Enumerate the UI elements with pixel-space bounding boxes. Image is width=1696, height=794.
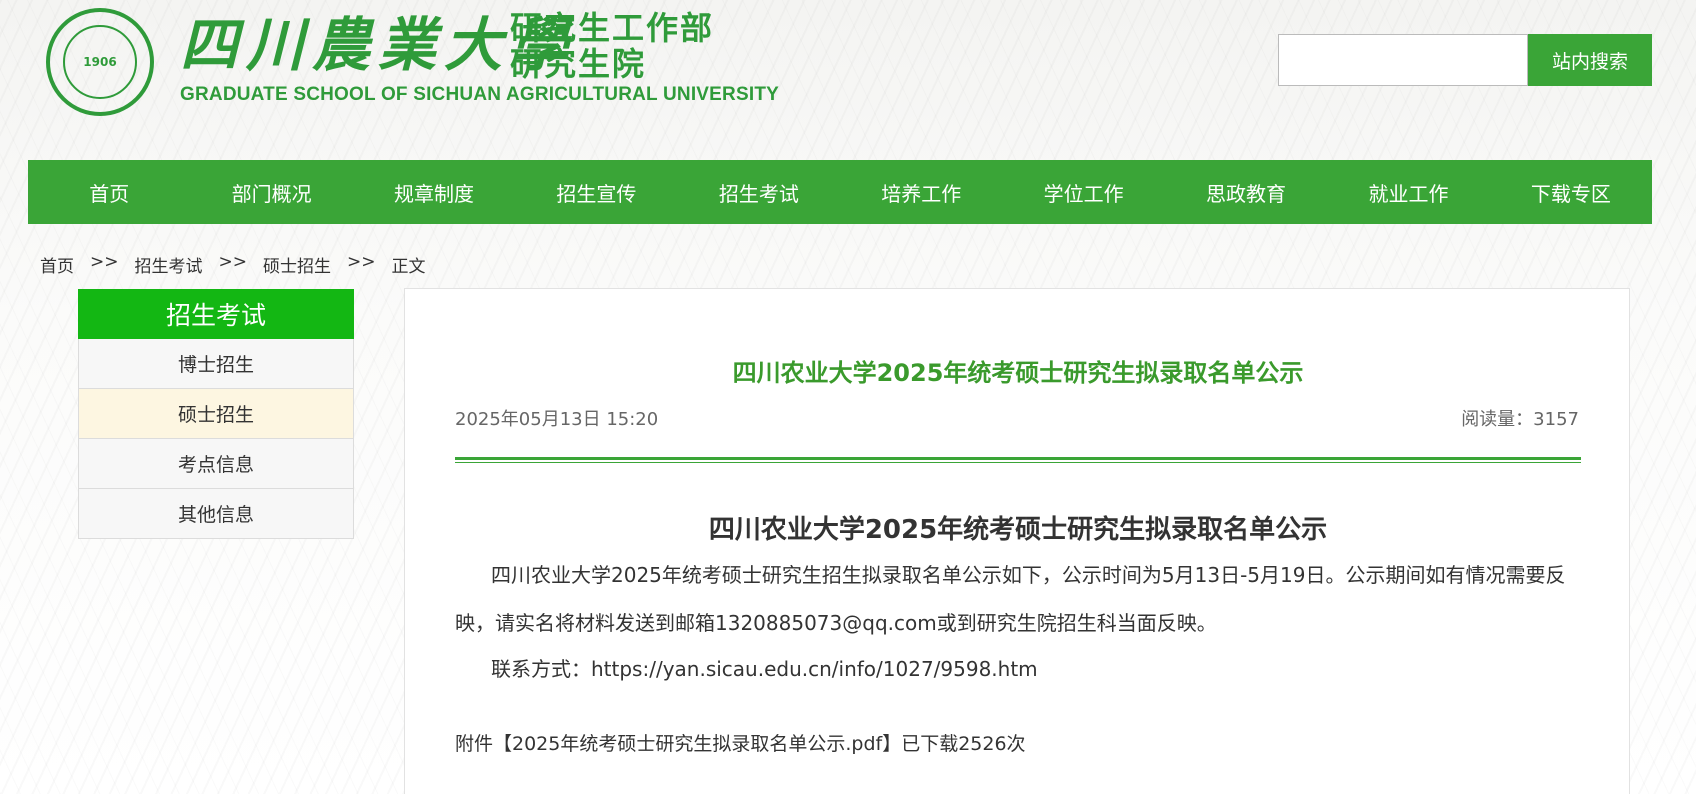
attachment-link[interactable]: 附件【2025年统考硕士研究生拟录取名单公示.pdf】已下载2526次 <box>455 729 1026 756</box>
search-input[interactable] <box>1279 35 1527 85</box>
article-title: 四川农业大学2025年统考硕士研究生拟录取名单公示 <box>732 359 1304 387</box>
nav-item-degree[interactable]: 学位工作 <box>1002 160 1164 224</box>
article-paragraph-contact: 联系方式：https://yan.sicau.edu.cn/info/1027/… <box>491 657 1038 681</box>
department-name: 研究生工作部 研究生院 <box>510 10 714 82</box>
breadcrumb-separator: >> <box>347 252 376 272</box>
nav-item-home[interactable]: 首页 <box>28 160 190 224</box>
article-body-title: 四川农业大学2025年统考硕士研究生拟录取名单公示 <box>708 515 1328 545</box>
sidebar-item-phd[interactable]: 博士招生 <box>78 339 354 389</box>
university-seal-logo[interactable]: 1906 <box>46 8 154 116</box>
search-box <box>1278 34 1528 86</box>
breadcrumb: 首页 >> 招生考试 >> 硕士招生 >> 正文 <box>40 252 426 277</box>
sidebar: 招生考试 博士招生 硕士招生 考点信息 其他信息 <box>78 289 354 539</box>
dept-line-2: 研究生院 <box>510 45 647 83</box>
seal-year: 1906 <box>83 55 117 69</box>
school-name-en: GRADUATE SCHOOL OF SICHUAN AGRICULTURAL … <box>180 84 780 105</box>
breadcrumb-home[interactable]: 首页 <box>40 252 74 277</box>
nav-item-admission-exam[interactable]: 招生考试 <box>678 160 840 224</box>
breadcrumb-master-admission[interactable]: 硕士招生 <box>263 252 331 277</box>
title-divider <box>455 457 1581 463</box>
breadcrumb-current: 正文 <box>391 257 426 277</box>
sidebar-item-other[interactable]: 其他信息 <box>78 489 354 539</box>
nav-item-admission-promo[interactable]: 招生宣传 <box>515 160 677 224</box>
nav-item-employment[interactable]: 就业工作 <box>1327 160 1489 224</box>
nav-item-ideology[interactable]: 思政教育 <box>1165 160 1327 224</box>
nav-item-regulations[interactable]: 规章制度 <box>353 160 515 224</box>
main-nav: 首页 部门概况 规章制度 招生宣传 招生考试 培养工作 学位工作 思政教育 就业… <box>28 160 1652 224</box>
article-paragraph-1: 四川农业大学2025年统考硕士研究生招生拟录取名单公示如下，公示时间为5月13日… <box>455 563 1566 635</box>
article-views: 阅读量：3157 <box>1461 409 1579 430</box>
nav-item-about[interactable]: 部门概况 <box>190 160 352 224</box>
dept-line-1: 研究生工作部 <box>510 9 715 47</box>
seal-center: 1906 <box>63 25 137 99</box>
sidebar-item-exam-sites[interactable]: 考点信息 <box>78 439 354 489</box>
nav-item-downloads[interactable]: 下载专区 <box>1490 160 1652 224</box>
site-header: 1906 四川農業大學 研究生工作部 研究生院 GRADUATE SCHOOL … <box>0 0 1696 160</box>
nav-item-training[interactable]: 培养工作 <box>840 160 1002 224</box>
article-panel: 四川农业大学2025年统考硕士研究生拟录取名单公示 2025年05月13日 15… <box>404 288 1630 794</box>
breadcrumb-separator: >> <box>218 252 248 272</box>
breadcrumb-admission-exam[interactable]: 招生考试 <box>135 252 203 277</box>
breadcrumb-separator: >> <box>90 252 119 272</box>
sidebar-item-master[interactable]: 硕士招生 <box>78 389 354 439</box>
article-date: 2025年05月13日 15:20 <box>455 409 659 430</box>
sidebar-title: 招生考试 <box>78 289 354 339</box>
search-button[interactable]: 站内搜索 <box>1528 34 1652 86</box>
